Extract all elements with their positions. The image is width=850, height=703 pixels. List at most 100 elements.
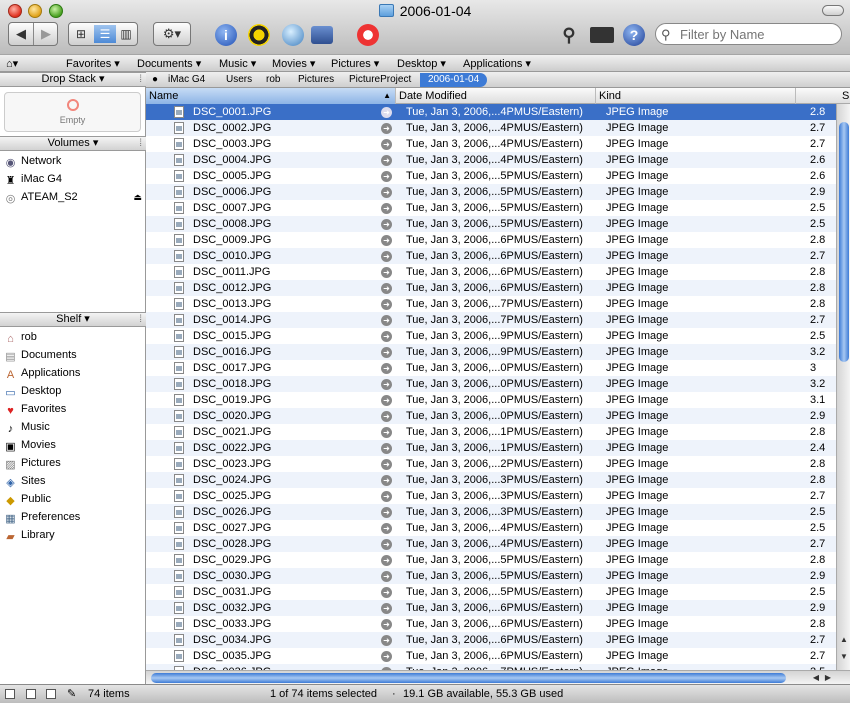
fav-documents[interactable]: Documents ▾ <box>137 57 201 70</box>
vertical-scrollbar[interactable]: ▲ ▼ <box>836 104 850 670</box>
crumb-pictureproject[interactable]: PictureProject <box>349 74 411 85</box>
file-row[interactable]: DSC_0013.JPG ➜ Tue, Jan 3, 2006,...7PMUS/E… <box>146 296 836 312</box>
crumb-current-folder[interactable]: 2006-01-04 <box>420 73 488 87</box>
reveal-arrow-icon[interactable]: ➜ <box>381 299 392 310</box>
help-icon[interactable]: ? <box>623 24 645 46</box>
file-row[interactable]: DSC_0010.JPG ➜ Tue, Jan 3, 2006,...6PMUS/E… <box>146 248 836 264</box>
file-row[interactable]: DSC_0003.JPG ➜ Tue, Jan 3, 2006,...4PMUS/E… <box>146 136 836 152</box>
list-view-icon[interactable]: ☰ <box>94 25 116 43</box>
crumb-imac-g4[interactable]: iMac G4 <box>168 74 205 85</box>
file-row[interactable]: DSC_0021.JPG ➜ Tue, Jan 3, 2006,...1PMUS/E… <box>146 424 836 440</box>
reveal-arrow-icon[interactable]: ➜ <box>381 155 392 166</box>
file-row[interactable]: DSC_0001.JPG ➜ Tue, Jan 3, 2006,...4PMUS/E… <box>146 104 836 120</box>
sidebar-item-preferences[interactable]: ▦ Preferences <box>4 509 80 525</box>
drop-stack-area[interactable]: Empty <box>4 92 141 132</box>
sidebar-item-applications[interactable]: A Applications <box>4 365 81 381</box>
delete-icon[interactable] <box>357 24 379 46</box>
magnifier-icon[interactable]: ⚲ <box>558 24 580 46</box>
horizontal-scrollbar[interactable]: ◀ ▶ <box>146 670 850 684</box>
horizontal-scroll-thumb[interactable] <box>151 673 786 683</box>
file-row[interactable]: DSC_0007.JPG ➜ Tue, Jan 3, 2006,...5PMUS/E… <box>146 200 836 216</box>
reveal-arrow-icon[interactable]: ➜ <box>381 523 392 534</box>
search-input[interactable] <box>680 27 830 42</box>
action-button[interactable]: ⚙▾ <box>153 22 191 46</box>
terminal-icon[interactable] <box>590 27 614 43</box>
sidebar-item-public[interactable]: ◆ Public <box>4 491 51 507</box>
scroll-up-arrow-icon[interactable]: ▲ <box>838 634 850 645</box>
reveal-arrow-icon[interactable]: ➜ <box>381 171 392 182</box>
reveal-arrow-icon[interactable]: ➜ <box>381 539 392 550</box>
fav-applications[interactable]: Applications ▾ <box>463 57 531 70</box>
eject-icon[interactable]: ⏏ <box>133 189 142 205</box>
sidebar-item-movies[interactable]: ▣ Movies <box>4 437 56 453</box>
file-row[interactable]: DSC_0032.JPG ➜ Tue, Jan 3, 2006,...6PMUS/E… <box>146 600 836 616</box>
column-size[interactable]: S <box>796 88 850 104</box>
sidebar-item-favorites[interactable]: ♥ Favorites <box>4 401 66 417</box>
reveal-arrow-icon[interactable]: ➜ <box>381 635 392 646</box>
sidebar-item-network[interactable]: ◉ Network <box>4 153 62 169</box>
sidebar-toggle-icon[interactable] <box>26 689 36 699</box>
file-row[interactable]: DSC_0024.JPG ➜ Tue, Jan 3, 2006,...3PMUS/E… <box>146 472 836 488</box>
file-row[interactable]: DSC_0030.JPG ➜ Tue, Jan 3, 2006,...5PMUS/E… <box>146 568 836 584</box>
reveal-arrow-icon[interactable]: ➜ <box>381 459 392 470</box>
file-row[interactable]: DSC_0035.JPG ➜ Tue, Jan 3, 2006,...6PMUS/E… <box>146 648 836 664</box>
icon-view-icon[interactable]: ⊞ <box>72 25 90 43</box>
file-row[interactable]: DSC_0022.JPG ➜ Tue, Jan 3, 2006,...1PMUS/E… <box>146 440 836 456</box>
file-row[interactable]: DSC_0012.JPG ➜ Tue, Jan 3, 2006,...6PMUS/E… <box>146 280 836 296</box>
reveal-arrow-icon[interactable]: ➜ <box>381 235 392 246</box>
file-row[interactable]: DSC_0020.JPG ➜ Tue, Jan 3, 2006,...0PMUS/E… <box>146 408 836 424</box>
reveal-arrow-icon[interactable]: ➜ <box>381 491 392 502</box>
reveal-arrow-icon[interactable]: ➜ <box>381 603 392 614</box>
fav-favorites[interactable]: Favorites ▾ <box>66 57 120 70</box>
reveal-arrow-icon[interactable]: ➜ <box>381 107 392 118</box>
file-row[interactable]: DSC_0026.JPG ➜ Tue, Jan 3, 2006,...3PMUS/E… <box>146 504 836 520</box>
file-row[interactable]: DSC_0018.JPG ➜ Tue, Jan 3, 2006,...0PMUS/E… <box>146 376 836 392</box>
search-field[interactable]: ⚲ <box>655 23 842 45</box>
fav-pictures[interactable]: Pictures ▾ <box>331 57 379 70</box>
file-row[interactable]: DSC_0015.JPG ➜ Tue, Jan 3, 2006,...9PMUS/E… <box>146 328 836 344</box>
scroll-left-arrow-icon[interactable]: ◀ <box>810 672 822 683</box>
fav-music[interactable]: Music ▾ <box>219 57 256 70</box>
reveal-arrow-icon[interactable]: ➜ <box>381 267 392 278</box>
file-row[interactable]: DSC_0017.JPG ➜ Tue, Jan 3, 2006,...0PMUS/E… <box>146 360 836 376</box>
reveal-arrow-icon[interactable]: ➜ <box>381 139 392 150</box>
layout-toggle-icon[interactable] <box>5 689 15 699</box>
home-icon[interactable]: ⌂▾ <box>6 57 18 70</box>
sidebar-item-library[interactable]: ▰ Library <box>4 527 54 543</box>
reveal-arrow-icon[interactable]: ➜ <box>381 411 392 422</box>
apple-icon[interactable]: ● <box>152 74 158 85</box>
crumb-rob[interactable]: rob <box>266 74 280 85</box>
file-row[interactable]: DSC_0014.JPG ➜ Tue, Jan 3, 2006,...7PMUS/E… <box>146 312 836 328</box>
column-date-modified[interactable]: Date Modified <box>396 88 596 104</box>
vertical-scroll-thumb[interactable] <box>839 122 849 362</box>
reveal-arrow-icon[interactable]: ➜ <box>381 315 392 326</box>
reveal-arrow-icon[interactable]: ➜ <box>381 555 392 566</box>
reveal-arrow-icon[interactable]: ➜ <box>381 123 392 134</box>
reveal-arrow-icon[interactable]: ➜ <box>381 395 392 406</box>
fav-desktop[interactable]: Desktop ▾ <box>397 57 446 70</box>
info-icon[interactable]: i <box>215 24 237 46</box>
crumb-users[interactable]: Users <box>226 74 252 85</box>
sidebar-item-imac-g4[interactable]: ♜ iMac G4 <box>4 171 62 187</box>
sidebar-item-sites[interactable]: ◈ Sites <box>4 473 45 489</box>
sidebar-item-rob[interactable]: ⌂ rob <box>4 329 37 345</box>
reveal-arrow-icon[interactable]: ➜ <box>381 507 392 518</box>
reveal-arrow-icon[interactable]: ➜ <box>381 203 392 214</box>
file-row[interactable]: DSC_0033.JPG ➜ Tue, Jan 3, 2006,...6PMUS/E… <box>146 616 836 632</box>
reveal-arrow-icon[interactable]: ➜ <box>381 619 392 630</box>
file-row[interactable]: DSC_0008.JPG ➜ Tue, Jan 3, 2006,...5PMUS/E… <box>146 216 836 232</box>
file-row[interactable]: DSC_0023.JPG ➜ Tue, Jan 3, 2006,...2PMUS/E… <box>146 456 836 472</box>
file-row[interactable]: DSC_0028.JPG ➜ Tue, Jan 3, 2006,...4PMUS/E… <box>146 536 836 552</box>
file-row[interactable]: DSC_0006.JPG ➜ Tue, Jan 3, 2006,...5PMUS/E… <box>146 184 836 200</box>
shelf-header[interactable]: Shelf ▾ ⁞ <box>0 312 146 327</box>
network-globe-icon[interactable] <box>282 24 304 46</box>
column-view-icon[interactable]: ▥ <box>117 25 135 43</box>
scroll-down-arrow-icon[interactable]: ▼ <box>838 651 850 662</box>
reveal-arrow-icon[interactable]: ➜ <box>381 283 392 294</box>
reveal-arrow-icon[interactable]: ➜ <box>381 187 392 198</box>
file-row[interactable]: DSC_0016.JPG ➜ Tue, Jan 3, 2006,...9PMUS/E… <box>146 344 836 360</box>
burn-icon[interactable] <box>248 24 270 46</box>
sidebar-item-pictures[interactable]: ▨ Pictures <box>4 455 60 471</box>
file-row[interactable]: DSC_0005.JPG ➜ Tue, Jan 3, 2006,...5PMUS/E… <box>146 168 836 184</box>
pane-toggle-icon[interactable] <box>46 689 56 699</box>
